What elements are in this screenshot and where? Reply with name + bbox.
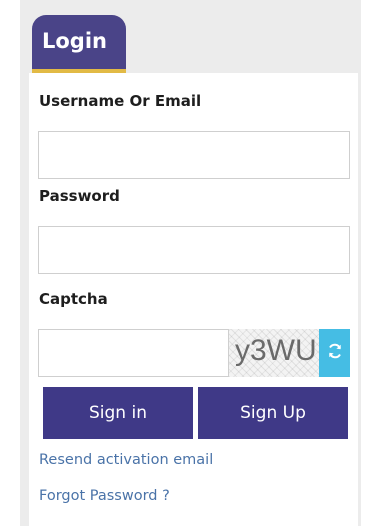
tab-login-label: Login (42, 29, 107, 53)
refresh-icon (326, 342, 344, 364)
resend-activation-link[interactable]: Resend activation email (39, 452, 213, 468)
forgot-password-link[interactable]: Forgot Password ? (39, 488, 170, 504)
username-label: Username Or Email (39, 92, 202, 110)
tab-login[interactable]: Login (32, 15, 126, 73)
username-input[interactable] (38, 131, 350, 179)
password-label: Password (39, 187, 120, 205)
sign-up-button[interactable]: Sign Up (198, 387, 348, 439)
captcha-text: y3WU (235, 334, 317, 367)
captcha-refresh-button[interactable] (319, 329, 350, 377)
captcha-label: Captcha (39, 290, 108, 308)
sign-in-button[interactable]: Sign in (43, 387, 193, 439)
captcha-input[interactable] (38, 329, 229, 377)
password-input[interactable] (38, 226, 350, 274)
captcha-image: y3WU (229, 329, 319, 377)
